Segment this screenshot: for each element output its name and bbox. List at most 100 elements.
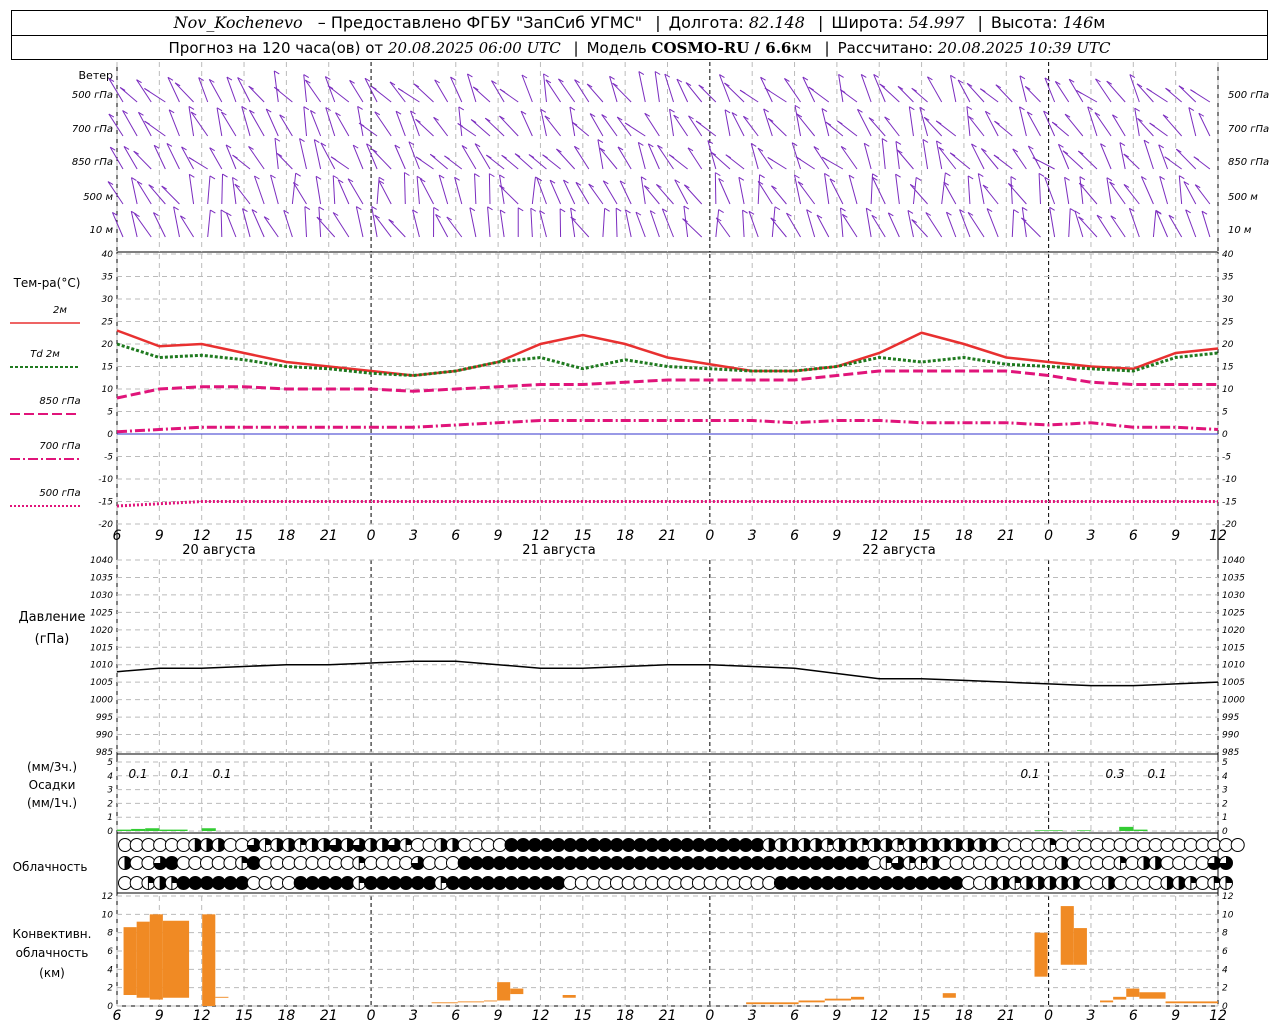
pressure-tick-left: 985: [96, 748, 113, 758]
wind-barb-flag: [767, 156, 774, 161]
wind-barb: [984, 111, 999, 137]
cloud-symbol: [141, 856, 156, 870]
wind-barb: [1068, 78, 1084, 103]
wind-barb-flag: [304, 206, 311, 211]
wind-barb: [416, 176, 420, 205]
cloud-fill: [645, 838, 659, 852]
wind-barb: [309, 110, 322, 137]
cloud-fill: [704, 856, 718, 870]
hour-tick-label-bottom: 12: [532, 1008, 550, 1024]
wind-barb: [669, 109, 674, 137]
conv-bar: [1100, 1000, 1114, 1003]
cloud-symbol: [867, 856, 882, 870]
day-label: 21 августа: [522, 543, 596, 558]
wind-barb: [1158, 144, 1169, 170]
wind-barb: [813, 146, 830, 170]
wind-barb-flag: [739, 89, 746, 94]
cloud-fill: [610, 838, 624, 852]
cloud-symbol: [176, 838, 191, 852]
wind-barb: [433, 117, 449, 137]
wind-barb: [1134, 108, 1140, 137]
wind-barb: [313, 139, 322, 170]
wind-barb: [1201, 211, 1211, 238]
cloud-symbol: [598, 876, 613, 890]
cloud-fill: [633, 856, 647, 870]
wind-barb: [1027, 145, 1041, 170]
conv-bar: [824, 998, 851, 1001]
wind-barb: [325, 107, 336, 137]
cloud-fill: [715, 856, 729, 870]
wind-barb-flag: [210, 209, 216, 214]
wind-barb: [638, 71, 646, 103]
hour-tick-label: 0: [1044, 528, 1053, 544]
hour-tick-label-bottom: 6: [113, 1008, 122, 1024]
cloud-symbol: [996, 856, 1011, 870]
cloud-fill: [493, 856, 507, 870]
cloud-symbol: [738, 876, 753, 890]
hour-tick-label-bottom: 9: [494, 1008, 503, 1024]
cloud-symbol: [118, 838, 132, 852]
cloud-symbol: [762, 876, 777, 890]
cloud-symbol: [1160, 856, 1175, 870]
cloud-fill: [575, 838, 589, 852]
wind-barb: [207, 175, 211, 205]
conv-tick-right: 12: [1222, 892, 1234, 902]
cloud-symbol: [1090, 876, 1105, 890]
wind-barb-flag: [1010, 176, 1017, 181]
precip-tick-right: 5: [1222, 758, 1228, 768]
wind-barb: [357, 106, 364, 137]
wind-barb: [394, 144, 406, 170]
cloud-fill: [481, 876, 495, 890]
wind-barb-flag: [1179, 175, 1185, 180]
wind-barb: [408, 141, 420, 170]
cloud-symbol: [1031, 838, 1046, 852]
cloud-symbol: [434, 856, 449, 870]
hour-tick-label: 21: [659, 528, 677, 544]
wind-barb: [395, 111, 406, 137]
conv-bar: [123, 927, 137, 995]
wind-barb: [715, 209, 720, 238]
cloud-symbol: [996, 838, 1011, 852]
precip-tick-right: 4: [1222, 772, 1228, 782]
wind-barb: [615, 208, 618, 238]
temp-tick-left: -15: [98, 498, 113, 508]
hour-tick-label-bottom: 12: [193, 1008, 211, 1024]
cloud-fill: [750, 838, 764, 852]
wind-barb: [179, 215, 195, 238]
wind-barb-flag: [1193, 156, 1200, 161]
wind-barb: [1019, 106, 1027, 137]
pressure-tick-left: 995: [96, 713, 113, 723]
conv-bar: [497, 982, 511, 1001]
cloud-fill: [739, 856, 753, 870]
wind-barb: [794, 105, 802, 137]
pressure-tick-left: 1020: [90, 626, 113, 636]
wind-barb: [757, 174, 761, 205]
wind-barb: [1128, 208, 1140, 238]
pressure-tick-left: 1025: [90, 608, 113, 618]
cloud-fill: [165, 856, 179, 870]
pressure-unit: (гПа): [35, 632, 70, 647]
cloud-symbol: [1066, 838, 1081, 852]
cloud-fill: [950, 876, 964, 890]
cloud-fill: [774, 876, 788, 890]
temp-title: Тем-ра(°C): [13, 276, 81, 290]
wind-barb: [347, 178, 364, 205]
cloud-fill: [868, 876, 882, 890]
cloud-fill: [446, 876, 460, 890]
pressure-tick-left: 1035: [90, 573, 113, 583]
wind-title: Ветер: [79, 69, 113, 82]
cloud-symbol: [1125, 876, 1140, 890]
hour-tick-label-bottom: 21: [997, 1008, 1015, 1024]
wind-barb: [881, 138, 886, 170]
wind-barb-flag: [945, 172, 951, 177]
wind-barb: [895, 141, 900, 170]
wind-barb-flag: [303, 106, 310, 111]
wind-barb: [767, 118, 787, 137]
cloud-symbol: [1137, 838, 1152, 852]
wind-barb: [1129, 74, 1140, 103]
wind-barb: [797, 181, 816, 205]
cloud-fill: [551, 856, 565, 870]
wind-barb: [232, 177, 237, 205]
hour-tick-label: 0: [367, 528, 376, 544]
wind-barb: [637, 142, 646, 170]
